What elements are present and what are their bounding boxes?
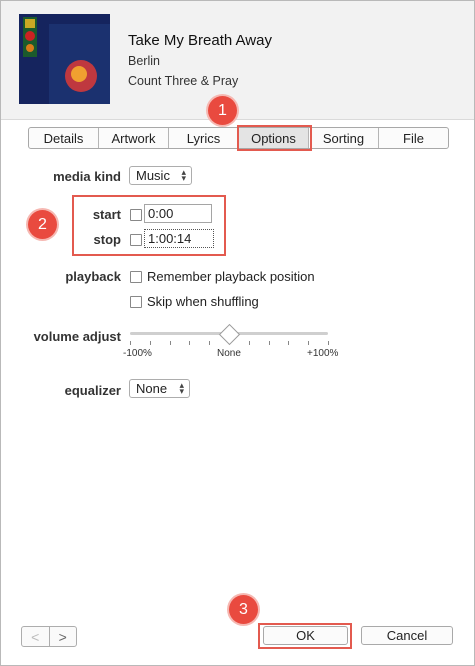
- skip-shuffling-checkbox[interactable]: [130, 296, 142, 308]
- step-marker-1: 1: [208, 96, 237, 125]
- remember-position-checkbox[interactable]: [130, 271, 142, 283]
- chevron-left-icon[interactable]: <: [22, 627, 50, 646]
- stop-time-input[interactable]: 1:00:14: [144, 229, 214, 248]
- equalizer-value: None: [136, 381, 168, 396]
- media-kind-select[interactable]: Music ▴ ▾: [129, 166, 192, 185]
- equalizer-label: equalizer: [64, 383, 121, 398]
- updown-chevron-icon: ▴ ▾: [181, 167, 186, 183]
- volume-adjust-label: volume adjust: [33, 329, 121, 344]
- volume-tick: [189, 341, 190, 345]
- volume-min-label: -100%: [123, 348, 152, 359]
- updown-chevron-icon: ▴ ▾: [179, 380, 184, 396]
- volume-tick: [130, 341, 131, 345]
- stop-checkbox[interactable]: [130, 234, 142, 246]
- album-artwork: [19, 14, 110, 104]
- volume-tick: [328, 341, 329, 345]
- skip-shuffling-label: Skip when shuffling: [147, 294, 259, 309]
- stop-label: stop: [93, 232, 121, 247]
- volume-mid-label: None: [217, 348, 241, 359]
- prev-next-buttons: < >: [21, 626, 77, 647]
- remember-position-label: Remember playback position: [147, 269, 315, 284]
- volume-tick: [209, 341, 210, 345]
- song-artist: Berlin: [128, 54, 160, 68]
- start-label: start: [92, 207, 121, 222]
- tab-sorting[interactable]: Sorting: [309, 128, 379, 148]
- volume-tick: [249, 341, 250, 345]
- volume-slider-thumb[interactable]: [218, 323, 241, 346]
- volume-tick: [308, 341, 309, 345]
- tab-file[interactable]: File: [379, 128, 448, 148]
- artwork-image: [19, 14, 110, 104]
- chevron-right-icon[interactable]: >: [50, 627, 77, 646]
- start-checkbox[interactable]: [130, 209, 142, 221]
- tab-details[interactable]: Details: [29, 128, 99, 148]
- cancel-button[interactable]: Cancel: [361, 626, 453, 645]
- volume-tick: [269, 341, 270, 345]
- ok-button[interactable]: OK: [263, 626, 348, 645]
- playback-label: playback: [65, 269, 121, 284]
- options-tab-highlight: [237, 125, 312, 151]
- tab-artwork[interactable]: Artwork: [99, 128, 169, 148]
- media-kind-label: media kind: [53, 169, 121, 184]
- start-time-input[interactable]: 0:00: [144, 204, 212, 223]
- step-marker-3: 3: [229, 595, 258, 624]
- song-info-dialog: Take My Breath Away Berlin Count Three &…: [0, 0, 475, 666]
- song-album: Count Three & Pray: [128, 74, 239, 88]
- volume-tick: [170, 341, 171, 345]
- volume-tick: [150, 341, 151, 345]
- volume-max-label: +100%: [307, 348, 339, 359]
- media-kind-value: Music: [136, 168, 170, 183]
- song-title: Take My Breath Away: [128, 32, 272, 49]
- equalizer-select[interactable]: None ▴ ▾: [129, 379, 190, 398]
- song-header: Take My Breath Away Berlin Count Three &…: [1, 1, 474, 120]
- volume-tick: [288, 341, 289, 345]
- tab-lyrics[interactable]: Lyrics: [169, 128, 239, 148]
